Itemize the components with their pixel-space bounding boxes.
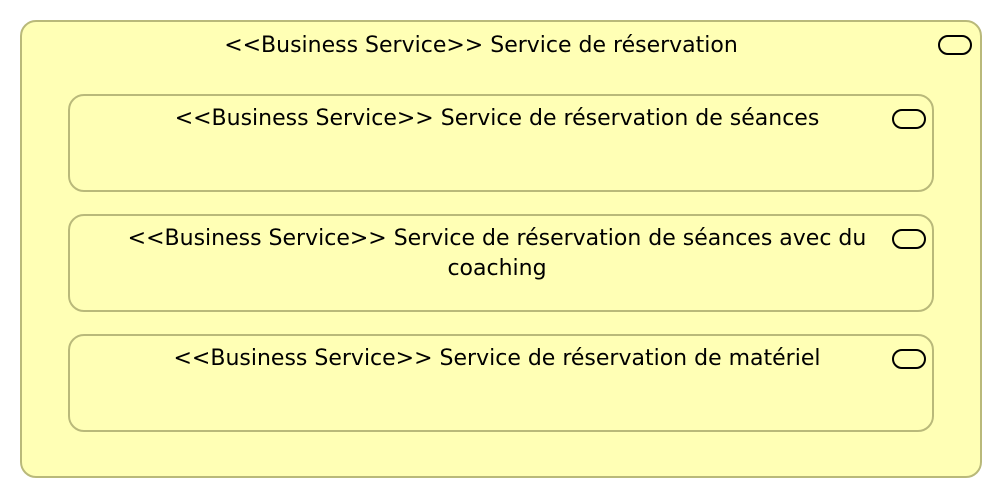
business-service-icon — [892, 109, 926, 129]
business-service-reservation-materiel[interactable]: <<Business Service>> Service de réservat… — [68, 334, 934, 432]
business-service-icon — [892, 349, 926, 369]
service-title: <<Business Service>> Service de réservat… — [127, 226, 867, 281]
business-service-icon — [892, 229, 926, 249]
business-service-icon — [938, 35, 972, 55]
service-title: <<Business Service>> Service de réservat… — [173, 346, 821, 371]
service-title: <<Business Service>> Service de réservat… — [174, 106, 820, 131]
business-service-reservation[interactable]: <<Business Service>> Service de réservat… — [20, 20, 982, 478]
business-service-reservation-seances-coaching[interactable]: <<Business Service>> Service de réservat… — [68, 214, 934, 312]
service-title: <<Business Service>> Service de réservat… — [224, 33, 738, 58]
business-service-reservation-seances[interactable]: <<Business Service>> Service de réservat… — [68, 94, 934, 192]
